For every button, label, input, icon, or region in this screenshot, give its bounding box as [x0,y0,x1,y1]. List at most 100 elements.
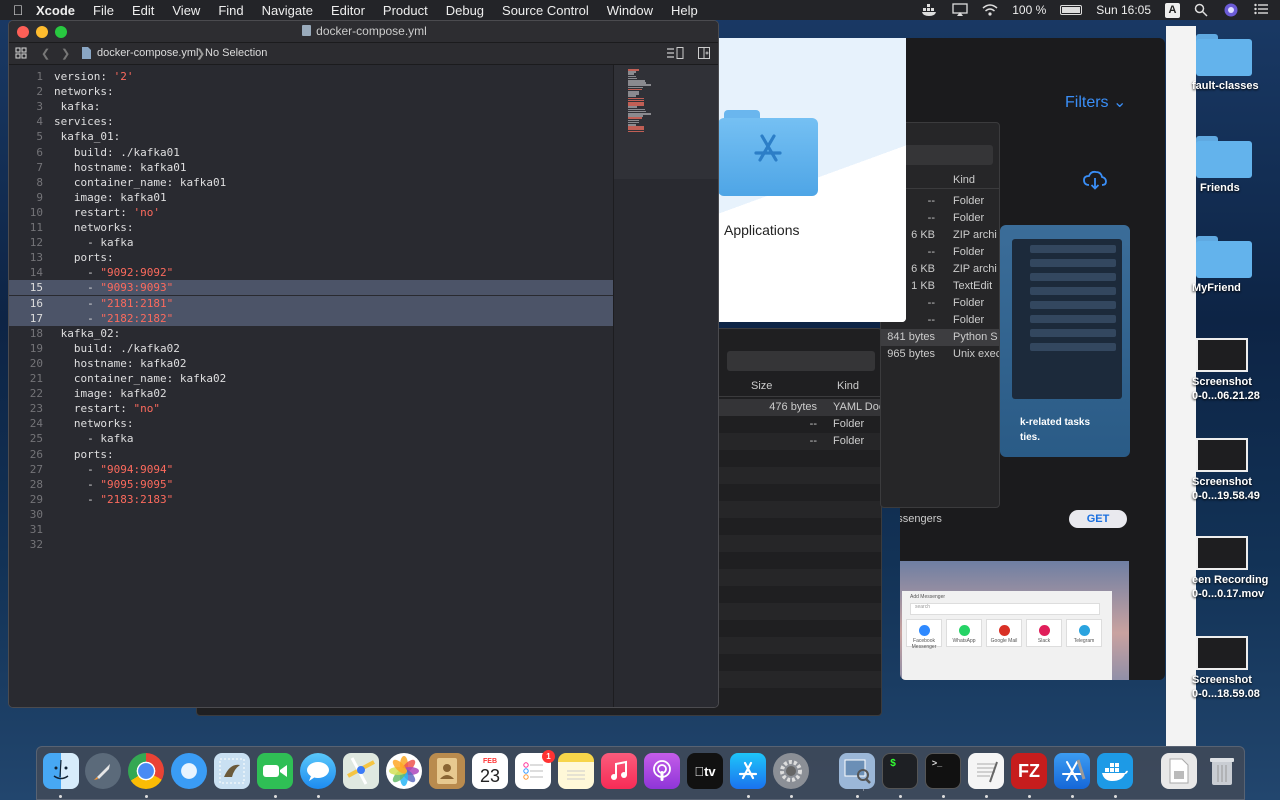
column-header-kind[interactable]: Kind [953,174,975,186]
menu-debug[interactable]: Debug [446,3,484,18]
add-editor-icon[interactable] [698,47,710,62]
code-line[interactable]: 6 build: ./kafka01 [9,145,613,160]
documents-stack-icon[interactable] [1161,753,1197,789]
mail-postage-icon[interactable] [214,753,250,789]
code-line[interactable]: 29 - "2183:2183" [9,492,613,507]
contacts-icon[interactable] [429,753,465,789]
desktop-folder-friends[interactable]: Friends [1192,136,1280,195]
code-line[interactable]: 25 - kafka [9,431,613,446]
launchpad-icon[interactable] [85,753,121,789]
desktop-folder-myfriend[interactable]: MyFriend [1192,236,1280,295]
calendar-icon[interactable]: FEB 23 [472,753,508,789]
docker-icon[interactable] [1097,753,1133,789]
list-item[interactable]: 476 bytes YAML Doc [719,399,881,416]
clock[interactable]: Sun 16:05 [1096,3,1151,17]
menu-window[interactable]: Window [607,3,653,18]
code-line[interactable]: 18 kafka_02: [9,326,613,341]
code-line[interactable]: 13 ports: [9,250,613,265]
menu-navigate[interactable]: Navigate [262,3,313,18]
code-line[interactable]: 12 - kafka [9,235,613,250]
siri-icon[interactable] [1224,3,1240,17]
code-line[interactable]: 21 container_name: kafka02 [9,371,613,386]
applications-folder-icon[interactable] [718,110,818,196]
desktop-screenshot-2[interactable]: Screenshot 0-0...19.58.49 [1192,438,1280,503]
code-line[interactable]: 27 - "9094:9094" [9,462,613,477]
chrome-icon[interactable] [128,753,164,789]
code-line[interactable]: 3 kafka: [9,99,613,114]
editor-options-icon[interactable] [666,47,684,62]
code-line[interactable]: 8 container_name: kafka01 [9,175,613,190]
code-line[interactable]: 28 - "9095:9095" [9,477,613,492]
podcasts-icon[interactable] [644,753,680,789]
desktop-screenshot-1[interactable]: Screenshot 0-0...06.21.28 [1192,338,1280,403]
textedit-icon[interactable] [968,753,1004,789]
apple-menu-icon[interactable]:  [0,2,36,18]
music-icon[interactable] [601,753,637,789]
code-line[interactable]: 19 build: ./kafka02 [9,341,613,356]
list-item[interactable]: -- Folder [719,416,881,433]
maps-icon[interactable] [343,753,379,789]
code-line[interactable]: 26 ports: [9,447,613,462]
code-line[interactable]: 22 image: kafka02 [9,386,613,401]
menu-help[interactable]: Help [671,3,698,18]
list-item[interactable]: -- Folder [719,433,881,450]
column-header-kind[interactable]: Kind [837,380,859,392]
safari-icon[interactable] [171,753,207,789]
wifi-icon[interactable] [982,3,998,17]
column-header-size[interactable]: Size [751,380,772,392]
trash-icon[interactable] [1204,753,1240,789]
docker-status-icon[interactable] [922,3,938,17]
menu-view[interactable]: View [172,3,200,18]
menu-edit[interactable]: Edit [132,3,154,18]
terminal-app-icon[interactable]: $ [882,753,918,789]
apple-tv-icon[interactable]: tv [687,753,723,789]
code-line[interactable]: 31 [9,522,613,537]
spotlight-icon[interactable] [1194,3,1210,17]
photos-icon[interactable] [386,753,422,789]
code-line[interactable]: 4 services: [9,114,613,129]
code-line[interactable]: 7 hostname: kafka01 [9,160,613,175]
menu-source-control[interactable]: Source Control [502,3,589,18]
code-line[interactable]: 24 networks: [9,416,613,431]
messages-icon[interactable] [300,753,336,789]
code-line[interactable]: 16 - "2181:2181" [9,295,613,311]
notes-icon[interactable] [558,753,594,789]
code-line[interactable]: 1 version: '2' [9,69,613,84]
airplay-icon[interactable] [952,3,968,17]
code-line[interactable]: 2 networks: [9,84,613,99]
get-button[interactable]: GET [1069,510,1127,528]
list-item[interactable]: 965 bytes Unix exec [881,346,999,363]
back-arrow-icon[interactable]: ❮ [41,47,50,60]
code-line[interactable]: 32 [9,537,613,552]
breadcrumb-file[interactable]: docker-compose.yml [97,47,198,59]
list-item[interactable]: 841 bytes Python S [881,329,999,346]
battery-icon[interactable] [1060,5,1083,15]
minimap[interactable] [613,65,718,707]
breadcrumb-selection[interactable]: No Selection [205,47,267,59]
code-line[interactable]: 23 restart: "no" [9,401,613,416]
related-items-icon[interactable] [15,47,27,62]
code-line[interactable]: 20 hostname: kafka02 [9,356,613,371]
messenger-preview-card[interactable]: Add Messenger search Facebook Messenger … [900,561,1129,680]
battery-percent[interactable]: 100 % [1012,3,1046,17]
notification-center-icon[interactable] [1254,3,1270,17]
preview-icon[interactable] [839,753,875,789]
app-store-icon[interactable] [730,753,766,789]
finder-search-field[interactable] [727,351,875,371]
desktop-screen-recording[interactable]: een Recording 0-0...0.17.mov [1192,536,1280,601]
input-source-icon[interactable]: A [1165,2,1180,18]
xcode-icon[interactable] [1054,753,1090,789]
menu-editor[interactable]: Editor [331,3,365,18]
reminders-icon[interactable]: 1 [515,750,555,789]
cloud-download-icon[interactable] [1083,170,1107,196]
filters-button[interactable]: Filters ⌄ [1065,92,1126,112]
forward-arrow-icon[interactable]: ❯ [61,47,70,60]
code-line[interactable]: 30 [9,507,613,522]
menu-app-name[interactable]: Xcode [36,3,75,18]
desktop-screenshot-3[interactable]: Screenshot 0-0...18.59.08 [1192,636,1280,701]
code-line[interactable]: 10 restart: 'no' [9,205,613,220]
facetime-icon[interactable] [257,753,293,789]
promo-card[interactable]: k-related tasks ties. [1000,225,1130,457]
code-line[interactable]: 14 - "9092:9092" [9,265,613,280]
code-line[interactable]: 9 image: kafka01 [9,190,613,205]
